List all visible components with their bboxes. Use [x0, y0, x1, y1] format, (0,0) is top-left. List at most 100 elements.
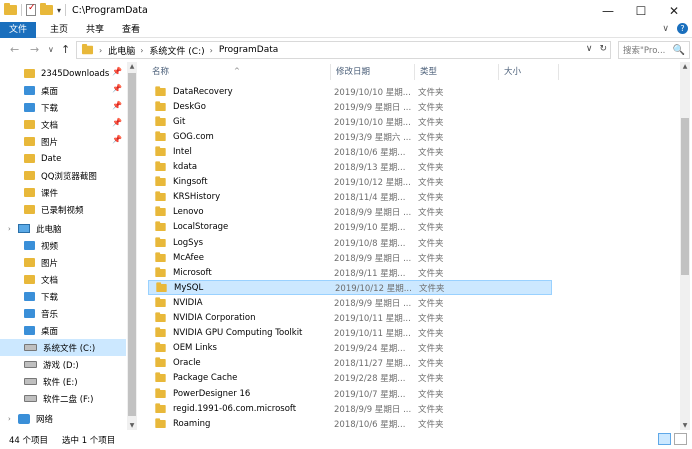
sidebar-item-videos[interactable]: 视频	[0, 237, 126, 254]
scroll-down-arrow-icon[interactable]: ▼	[127, 422, 137, 429]
breadcrumb-separator[interactable]: ›	[140, 46, 143, 55]
sidebar-item-pictures[interactable]: 图片 📌	[0, 133, 126, 150]
table-row[interactable]: Git 2019/10/10 星期... 文件夹	[148, 114, 552, 129]
scroll-down-arrow-icon[interactable]: ▼	[680, 422, 690, 429]
chevron-right-icon[interactable]: ›	[8, 415, 11, 423]
file-date: 2018/9/9 星期日 ...	[334, 298, 412, 309]
expand-ribbon-icon[interactable]: ∨	[662, 24, 669, 34]
large-icons-view-icon[interactable]	[674, 433, 687, 445]
table-row[interactable]: NVIDIA 2018/9/9 星期日 ... 文件夹	[148, 295, 552, 310]
minimize-button[interactable]: —	[592, 0, 624, 22]
file-name-cell: regid.1991-06.com.microsoft	[154, 402, 296, 414]
search-input[interactable]: 搜索"Pro...	[623, 44, 665, 56]
table-row[interactable]: DataRecovery 2019/10/10 星期... 文件夹	[148, 84, 552, 99]
sidebar-item-pc-documents[interactable]: 文档	[0, 271, 126, 288]
folder-icon	[155, 372, 166, 383]
sidebar-scrollbar[interactable]: ▲ ▼	[127, 62, 137, 430]
address-bar[interactable]: › 此电脑 › 系统文件 (C:) › ProgramData ∨ ↻	[76, 41, 611, 59]
file-date: 2019/3/9 星期六 ...	[334, 132, 412, 143]
tab-file[interactable]: 文件	[0, 22, 36, 38]
table-row[interactable]: NVIDIA GPU Computing Toolkit 2019/10/11 星…	[148, 326, 552, 341]
table-row[interactable]: Package Cache 2019/2/28 星期... 文件夹	[148, 371, 552, 386]
column-header-type[interactable]: 类型	[414, 62, 498, 82]
sidebar-item-desktop[interactable]: 桌面 📌	[0, 82, 126, 99]
breadcrumb-programdata[interactable]: ProgramData	[219, 45, 278, 55]
table-row[interactable]: OEM Links 2019/9/24 星期... 文件夹	[148, 341, 552, 356]
sidebar-item-pc-downloads[interactable]: 下载	[0, 288, 126, 305]
search-box[interactable]: 搜索"Pro... 🔍	[618, 41, 690, 59]
sidebar-item-music[interactable]: 音乐	[0, 305, 126, 322]
sidebar-item-d-drive[interactable]: 游戏 (D:)	[0, 356, 126, 373]
sidebar-item-courseware[interactable]: 课件	[0, 184, 126, 201]
back-button[interactable]: ←	[10, 43, 19, 56]
column-header-date[interactable]: 修改日期	[330, 62, 414, 82]
file-name: LogSys	[173, 237, 204, 248]
table-row[interactable]: DeskGo 2019/9/9 星期日 ... 文件夹	[148, 99, 552, 114]
sidebar-item-date[interactable]: Date	[0, 150, 126, 167]
table-row[interactable]: Lenovo 2018/9/9 星期日 ... 文件夹	[148, 205, 552, 220]
sidebar-item-f-drive[interactable]: 软件二盘 (F:)	[0, 390, 126, 407]
table-row[interactable]: Intel 2018/10/6 星期... 文件夹	[148, 144, 552, 159]
table-row[interactable]: regid.1991-06.com.microsoft 2018/9/9 星期日 …	[148, 401, 552, 416]
table-row[interactable]: Microsoft 2018/9/11 星期... 文件夹	[148, 265, 552, 280]
tab-share[interactable]: 共享	[80, 22, 110, 38]
maximize-button[interactable]: ☐	[625, 0, 657, 22]
file-name-cell: LogSys	[154, 236, 204, 248]
table-row[interactable]: GOG.com 2019/3/9 星期六 ... 文件夹	[148, 129, 552, 144]
pictures-icon	[24, 258, 35, 267]
sidebar-item-c-drive[interactable]: 系统文件 (C:)	[0, 339, 126, 356]
breadcrumb-c-drive[interactable]: 系统文件 (C:)	[149, 44, 204, 57]
close-button[interactable]: ✕	[658, 0, 690, 22]
chevron-right-icon[interactable]: ›	[8, 225, 11, 233]
breadcrumb-separator[interactable]: ›	[99, 46, 102, 55]
file-name-cell: KRSHistory	[154, 191, 220, 202]
column-header-name[interactable]: 名称 ^	[146, 62, 330, 82]
table-row[interactable]: kdata 2018/9/13 星期... 文件夹	[148, 160, 552, 175]
customize-toolbar-dropdown[interactable]: ▾	[57, 6, 61, 15]
refresh-icon[interactable]: ↻	[599, 44, 607, 54]
scroll-up-arrow-icon[interactable]: ▲	[680, 63, 690, 70]
recent-locations-button[interactable]: ∨	[48, 45, 54, 54]
table-row[interactable]: MySQL 2019/10/12 星期... 文件夹	[148, 280, 552, 296]
sidebar-item-network[interactable]: › 网络	[0, 410, 126, 427]
tab-view[interactable]: 查看	[116, 22, 146, 38]
sidebar-item-2345downloads[interactable]: 2345Downloads 📌	[0, 65, 126, 82]
breadcrumb-separator[interactable]: ›	[210, 46, 213, 55]
sidebar-scrollbar-thumb[interactable]	[128, 73, 136, 416]
details-view-icon[interactable]	[658, 433, 671, 445]
tab-home[interactable]: 主页	[44, 22, 74, 38]
new-folder-icon[interactable]	[40, 3, 53, 15]
table-row[interactable]: Roaming 2018/10/6 星期... 文件夹	[148, 416, 552, 431]
sidebar-item-pc-pictures[interactable]: 图片	[0, 254, 126, 271]
sidebar-item-qq-screenshots[interactable]: QQ浏览器截图	[0, 167, 126, 184]
column-header-size[interactable]: 大小	[498, 62, 558, 82]
file-list-scrollbar-thumb[interactable]	[681, 118, 689, 275]
breadcrumb-this-pc[interactable]: 此电脑	[108, 44, 135, 57]
sidebar-item-documents[interactable]: 文档 📌	[0, 116, 126, 133]
sidebar-item-e-drive[interactable]: 软件 (E:)	[0, 373, 126, 390]
scroll-up-arrow-icon[interactable]: ▲	[127, 63, 137, 70]
folder-icon	[155, 176, 166, 187]
file-name: PowerDesigner 16	[173, 388, 251, 399]
sidebar-item-recorded-videos[interactable]: 已录制视频	[0, 201, 126, 218]
table-row[interactable]: NVIDIA Corporation 2019/10/11 星期... 文件夹	[148, 311, 552, 326]
sidebar-item-pc-desktop[interactable]: 桌面	[0, 322, 126, 339]
forward-button[interactable]: →	[30, 43, 39, 56]
address-dropdown-icon[interactable]: ∨	[586, 44, 593, 54]
table-row[interactable]: PowerDesigner 16 2019/10/7 星期... 文件夹	[148, 386, 552, 401]
sidebar-item-downloads[interactable]: 下载 📌	[0, 99, 126, 116]
search-icon[interactable]: 🔍	[673, 45, 685, 56]
help-icon[interactable]: ?	[677, 23, 688, 34]
up-button[interactable]: ↑	[61, 43, 70, 56]
table-row[interactable]: Kingsoft 2019/10/12 星期... 文件夹	[148, 175, 552, 190]
table-row[interactable]: LogSys 2019/10/8 星期... 文件夹	[148, 235, 552, 250]
table-row[interactable]: Oracle 2018/11/27 星期... 文件夹	[148, 356, 552, 371]
sidebar-item-this-pc[interactable]: › 此电脑	[0, 220, 126, 237]
table-row[interactable]: McAfee 2018/9/9 星期日 ... 文件夹	[148, 250, 552, 265]
desktop-icon	[24, 326, 35, 335]
table-row[interactable]: KRSHistory 2018/11/4 星期... 文件夹	[148, 190, 552, 205]
table-row[interactable]: LocalStorage 2019/9/10 星期... 文件夹	[148, 220, 552, 235]
column-divider[interactable]	[558, 64, 559, 80]
file-list-scrollbar[interactable]: ▲ ▼	[680, 62, 690, 430]
properties-icon[interactable]	[26, 3, 36, 16]
